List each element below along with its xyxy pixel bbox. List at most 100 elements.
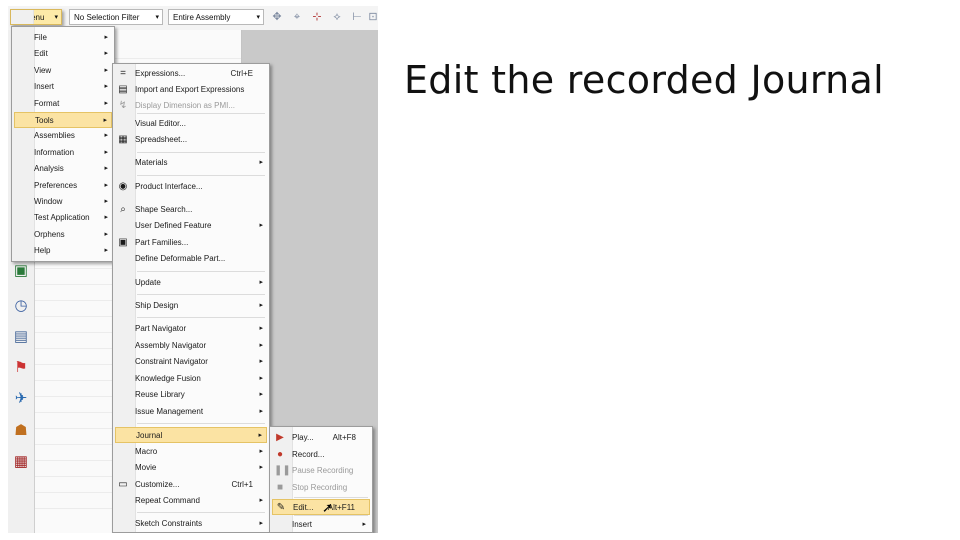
submenu-arrow-icon: ▸	[104, 67, 108, 74]
menu-item-label: Sketch Constraints	[135, 519, 203, 528]
snap-control-icon[interactable]: ⊡	[366, 10, 378, 24]
menu-separator	[137, 152, 265, 153]
menu-item-expressions[interactable]: = Expressions... Ctrl+E	[115, 66, 267, 82]
menu-item-shape-search[interactable]: ⌕ Shape Search...	[115, 202, 267, 218]
menu-item-label: Assembly Navigator	[135, 341, 207, 350]
menu-item-label: Window	[34, 197, 63, 206]
menu-item-spreadsheet[interactable]: ▦ Spreadsheet...	[115, 132, 267, 148]
selection-filter-dropdown[interactable]: No Selection Filter ▾	[69, 9, 163, 25]
menu-item-ship-design[interactable]: Ship Design ▸	[115, 298, 267, 314]
submenu-arrow-icon: ▸	[104, 34, 108, 41]
menu-item-information[interactable]: Information ▸	[14, 145, 112, 161]
menu-item-user-defined-feature[interactable]: User Defined Feature ▸	[115, 218, 267, 234]
stop-icon: ■	[276, 482, 284, 493]
import-export-icon: ▤	[118, 84, 128, 95]
menu-item-journal[interactable]: Journal ▸	[115, 427, 267, 443]
submenu-arrow-icon: ▸	[259, 358, 263, 365]
mouse-cursor-icon: ➚	[322, 500, 333, 515]
menu-item-help[interactable]: Help ▸	[14, 243, 112, 259]
menu-item-movie[interactable]: Movie ▸	[115, 460, 267, 476]
menu-item-define-deformable-part[interactable]: Define Deformable Part...	[115, 251, 267, 267]
menu-button[interactable]: ☰ Menu ▾	[10, 9, 62, 25]
menu-item-insert[interactable]: Insert ▸	[272, 517, 370, 533]
chevron-down-icon: ▾	[256, 14, 260, 21]
menu-item-format[interactable]: Format ▸	[14, 96, 112, 112]
menu-item-pause-recording[interactable]: ❚❚ Pause Recording	[272, 463, 370, 479]
menu-item-label: Test Application	[34, 213, 90, 222]
menu-item-orphens[interactable]: Orphens ▸	[14, 227, 112, 243]
menu-item-macro[interactable]: Macro ▸	[115, 444, 267, 460]
menu-item-label: Knowledge Fusion	[135, 374, 201, 383]
menu-item-insert[interactable]: Insert ▸	[14, 79, 112, 95]
menu-item-repeat-command[interactable]: Repeat Command ▸	[115, 493, 267, 509]
submenu-arrow-icon: ▸	[104, 83, 108, 90]
assembly-navigator-icon[interactable]: ☗	[11, 421, 31, 441]
menu-item-knowledge-fusion[interactable]: Knowledge Fusion ▸	[115, 371, 267, 387]
menu-item-visual-editor[interactable]: Visual Editor...	[115, 116, 267, 132]
menu-item-assembly-navigator[interactable]: Assembly Navigator ▸	[115, 338, 267, 354]
menu-item-label: Spreadsheet...	[135, 135, 188, 144]
menu-item-customize[interactable]: ▭ Customize... Ctrl+1	[115, 477, 267, 493]
menu-separator	[137, 317, 265, 318]
submenu-arrow-icon: ▸	[104, 182, 108, 189]
point-on-curve-icon[interactable]: ⌖	[290, 10, 304, 24]
snap-endpoint-icon[interactable]: ⟡	[330, 10, 344, 24]
menu-item-assemblies[interactable]: Assemblies ▸	[14, 128, 112, 144]
menu-item-label: Import and Export Expressions	[135, 85, 245, 94]
nx-application-window: ☰ Menu ▾ No Selection Filter ▾ Entire Asse…	[8, 6, 378, 533]
menu-item-issue-management[interactable]: Issue Management ▸	[115, 404, 267, 420]
submenu-arrow-icon: ▸	[104, 165, 108, 172]
submenu-arrow-icon: ▸	[259, 408, 263, 415]
expressions-icon: =	[120, 68, 126, 79]
menu-item-view[interactable]: View ▸	[14, 63, 112, 79]
menu-item-update[interactable]: Update ▸	[115, 275, 267, 291]
web-browser-icon[interactable]: ▦	[11, 452, 31, 472]
menu-item-part-navigator[interactable]: Part Navigator ▸	[115, 321, 267, 337]
submenu-arrow-icon: ▸	[259, 222, 263, 229]
menu-item-stop-recording[interactable]: ■ Stop Recording	[272, 480, 370, 496]
submenu-arrow-icon: ▸	[104, 100, 108, 107]
part-navigator-icon[interactable]: ▤	[11, 327, 31, 347]
roles-icon[interactable]: ⚑	[11, 358, 31, 378]
menu-item-preferences[interactable]: Preferences ▸	[14, 178, 112, 194]
select-feature-icon[interactable]: ⊹	[310, 10, 324, 24]
scope-dropdown[interactable]: Entire Assembly ▾	[168, 9, 264, 25]
menu-item-sketch-constraints[interactable]: Sketch Constraints ▸	[115, 516, 267, 532]
shape-search-icon: ⌕	[120, 204, 126, 215]
selection-filter-value: No Selection Filter	[74, 13, 140, 22]
menu-item-edit[interactable]: Edit ▸	[14, 46, 112, 62]
menu-item-window[interactable]: Window ▸	[14, 194, 112, 210]
submenu-arrow-icon: ▸	[104, 247, 108, 254]
slide-title: Edit the recorded Journal	[404, 58, 884, 102]
menu-item-play[interactable]: ▶ Play... Alt+F8	[272, 430, 370, 446]
menu-item-label: Insert	[292, 520, 313, 529]
menu-item-record[interactable]: ● Record...	[272, 447, 370, 463]
system-materials-icon[interactable]: ✈	[11, 389, 31, 409]
menu-item-test-application[interactable]: Test Application ▸	[14, 210, 112, 226]
menu-item-label: Repeat Command	[135, 496, 200, 505]
reuse-library-icon[interactable]: ▣	[11, 261, 31, 281]
menu-separator	[137, 423, 265, 424]
menu-item-display-dimension-as-pmi[interactable]: ↯ Display Dimension as PMI...	[115, 98, 267, 114]
menu-item-label: Update	[135, 278, 161, 287]
snap-midpoint-icon[interactable]: ⊢	[350, 10, 364, 24]
menu-item-edit[interactable]: ✎ Edit... Alt+F11	[272, 499, 370, 515]
submenu-arrow-icon: ▸	[104, 149, 108, 156]
menu-item-constraint-navigator[interactable]: Constraint Navigator ▸	[115, 354, 267, 370]
menu-item-part-families[interactable]: ▣ Part Families...	[115, 235, 267, 251]
menu-item-tools[interactable]: Tools ▸	[14, 112, 112, 128]
snap-point-icon[interactable]: ✥	[270, 10, 284, 24]
menu-item-import-and-export-expressions[interactable]: ▤ Import and Export Expressions	[115, 82, 267, 98]
menu-item-analysis[interactable]: Analysis ▸	[14, 161, 112, 177]
submenu-arrow-icon: ▸	[259, 325, 263, 332]
history-clock-icon[interactable]: ◷	[11, 296, 31, 316]
menu-item-product-interface[interactable]: ◉ Product Interface...	[115, 179, 267, 195]
menu-item-label: File	[34, 33, 47, 42]
menu-item-materials[interactable]: Materials ▸	[115, 155, 267, 171]
tools-submenu: = Expressions... Ctrl+E ▤ Import and Export …	[112, 63, 270, 533]
menu-item-file[interactable]: File ▸	[14, 30, 112, 46]
menu-item-reuse-library[interactable]: Reuse Library ▸	[115, 387, 267, 403]
pause-icon: ❚❚	[274, 465, 291, 476]
menu-item-label: User Defined Feature	[135, 221, 212, 230]
menu-item-label: Journal	[136, 431, 163, 440]
